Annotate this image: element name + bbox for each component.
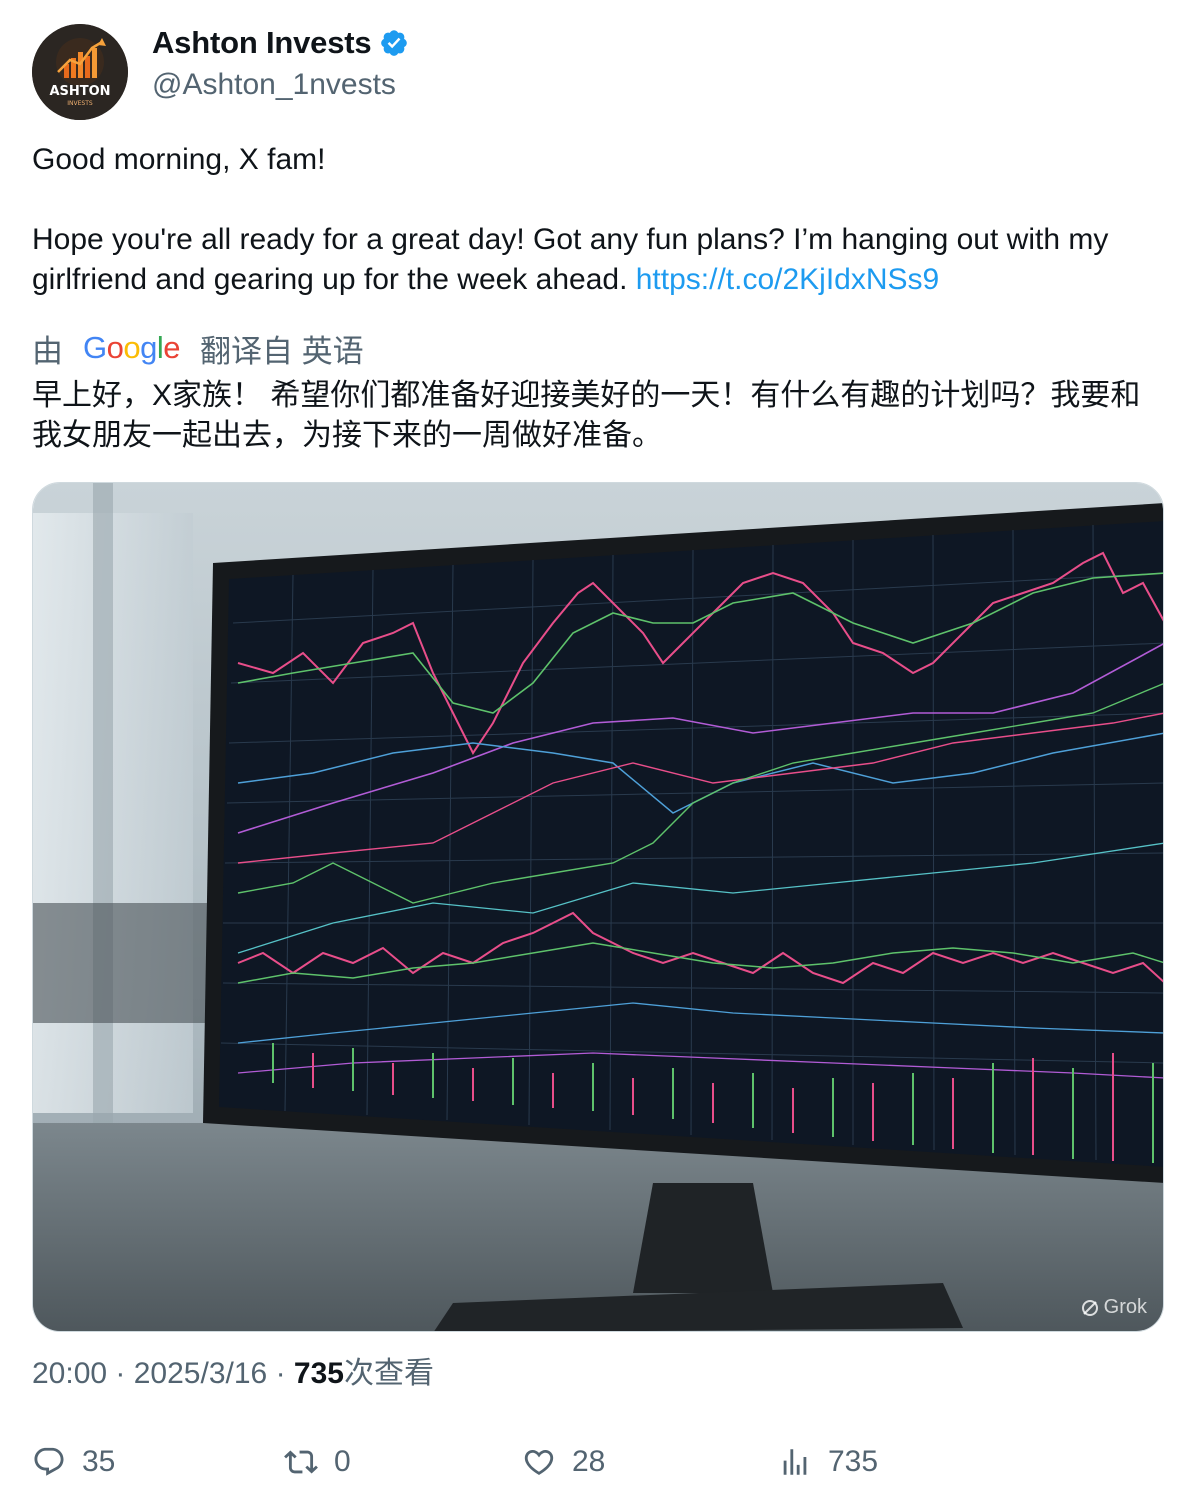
display-name-row: Ashton Invests: [152, 24, 409, 62]
analytics-icon: [783, 1449, 807, 1475]
display-name[interactable]: Ashton Invests: [152, 25, 372, 61]
like-count: 28: [572, 1445, 606, 1478]
tweet-time[interactable]: 20:00: [32, 1357, 107, 1390]
view-count-label: 次查看: [343, 1357, 434, 1390]
translation-attribution: 由 Google 翻译自 英语: [32, 326, 364, 370]
avatar-text: ASHTON: [49, 84, 110, 99]
grok-watermark-text: Grok: [1103, 1296, 1147, 1318]
verified-badge-icon[interactable]: [379, 28, 409, 58]
avatar-subtext: INVESTS: [67, 100, 93, 107]
meta-separator: ·: [275, 1357, 294, 1390]
tweet-header: ASHTON INVESTS Ashton Invests @Ashton_1n…: [32, 24, 409, 120]
like-button[interactable]: 28: [522, 1440, 605, 1484]
grok-icon: [1081, 1299, 1098, 1316]
tweet-date[interactable]: 2025/3/16: [134, 1357, 267, 1390]
tweet-media-image[interactable]: Grok: [32, 482, 1164, 1332]
author-names: Ashton Invests @Ashton_1nvests: [152, 24, 409, 102]
translated-text: 早上好，X家族！ 希望你们都准备好迎接美好的一天！有什么有趣的计划吗？我要和我女…: [32, 379, 1141, 452]
tweet-line-body: Hope you're all ready for a great day! G…: [32, 223, 1109, 296]
reply-count: 35: [82, 1445, 116, 1478]
tweet-meta: 20:00 · 2025/3/16 · 735次查看: [32, 1354, 434, 1394]
translation-suffix[interactable]: 翻译自 英语: [200, 326, 364, 371]
views-count: 735: [828, 1445, 879, 1478]
view-count: 735: [293, 1357, 344, 1390]
tweet-text: Good morning, X fam! Hope you're all rea…: [32, 140, 1162, 300]
tweet-line-greeting: Good morning, X fam!: [32, 143, 326, 176]
heart-icon: [524, 1449, 554, 1475]
tweet-paragraph: Hope you're all ready for a great day! G…: [32, 220, 1162, 300]
translation-prefix: 由: [32, 333, 63, 369]
reply-icon: [34, 1447, 64, 1476]
tweet-link[interactable]: https://t.co/2KjIdxNSs9: [636, 263, 939, 296]
reply-button[interactable]: 35: [32, 1440, 115, 1484]
meta-separator: ·: [115, 1357, 134, 1390]
avatar[interactable]: ASHTON INVESTS: [32, 24, 128, 120]
repost-icon: [284, 1450, 318, 1474]
repost-count: 0: [334, 1445, 351, 1478]
grok-watermark: Grok: [1080, 1296, 1147, 1319]
repost-button[interactable]: 0: [284, 1440, 351, 1484]
author-handle[interactable]: @Ashton_1nvests: [152, 68, 409, 102]
monitor-chart-illustration: [33, 483, 1163, 1331]
views-button[interactable]: 735: [778, 1440, 878, 1484]
action-bar: 35 0 28 735: [32, 1440, 1164, 1484]
google-logo: Google: [83, 330, 181, 365]
